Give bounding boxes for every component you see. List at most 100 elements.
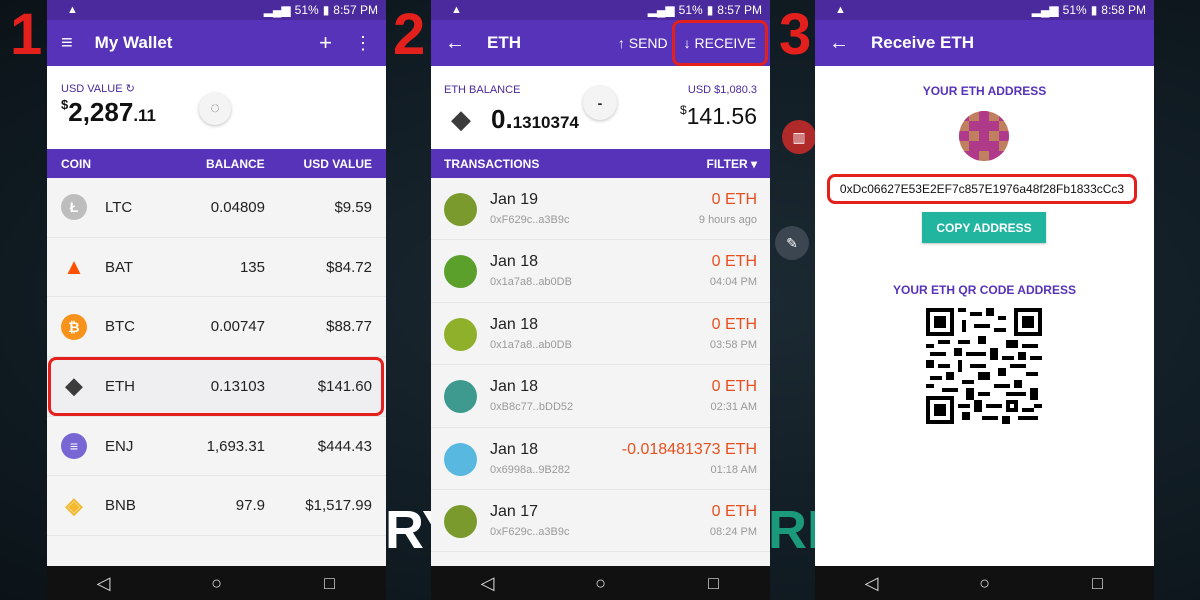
identicon-avatar bbox=[444, 380, 477, 414]
collapse-button[interactable]: - bbox=[583, 86, 617, 120]
battery-icon: ▮ bbox=[1090, 3, 1098, 17]
home-nav-icon[interactable]: ○ bbox=[187, 573, 247, 594]
tx-amount: 0 ETH bbox=[711, 315, 757, 333]
qr-code-label: YOUR ETH QR CODE ADDRESS bbox=[893, 283, 1076, 297]
tx-date: Jan 19 bbox=[490, 191, 539, 208]
status-bar: ▲ ▂▄▆ 51% ▮ 8:58 PM bbox=[815, 0, 1154, 20]
step-number-1: 1 bbox=[10, 2, 43, 67]
enjin-icon: ≡ bbox=[61, 433, 87, 460]
back-nav-icon[interactable]: ◁ bbox=[74, 573, 134, 594]
tx-amount: 0 ETH bbox=[711, 253, 757, 271]
back-arrow-icon[interactable]: ← bbox=[829, 32, 849, 55]
coin-symbol: ENJ bbox=[105, 437, 134, 455]
transaction-list: Jan 19 0xF629c..a3B9c 0 ETH 9 hours ago … bbox=[431, 178, 770, 553]
page-title: ETH bbox=[487, 33, 521, 52]
app-bar: ≡ My Wallet + ⋮ bbox=[47, 20, 386, 66]
warning-icon: ▲ bbox=[67, 4, 78, 16]
eth-balance-card: ETH BALANCE ◆ 0.1310374 - USD $1,080.3 $… bbox=[431, 66, 770, 149]
transaction-row[interactable]: Jan 18 0x1a7a8..ab0DB 0 ETH 04:04 PM bbox=[431, 240, 770, 303]
refresh-icon[interactable]: ↻ bbox=[126, 83, 135, 95]
transaction-row[interactable]: Jan 19 0xF629c..a3B9c 0 ETH 9 hours ago bbox=[431, 178, 770, 241]
eth-address-text[interactable]: 0xDc06627E53E2EF7c857E1976a48f28Fb1833cC… bbox=[827, 174, 1137, 204]
tx-address: 0x1a7a8..ab0DB bbox=[490, 276, 572, 289]
warning-icon: ▲ bbox=[451, 4, 462, 16]
tx-address: 0xF629c..a3B9c bbox=[490, 214, 570, 226]
qr-code-image bbox=[926, 308, 1042, 429]
status-time: 8:57 PM bbox=[717, 3, 762, 17]
ethereum-icon: ◆ bbox=[451, 104, 471, 134]
identicon-avatar bbox=[444, 442, 477, 476]
filter-button[interactable]: FILTER ▾ bbox=[707, 157, 757, 171]
add-icon[interactable]: + bbox=[319, 30, 332, 56]
transaction-row[interactable]: Jan 18 0x6998a..9B282 -0.018481373 ETH 0… bbox=[431, 427, 770, 490]
tx-date: Jan 18 bbox=[490, 440, 539, 458]
phone-screen-receive: ▲ ▂▄▆ 51% ▮ 8:58 PM ← Receive ETH YOUR E… bbox=[815, 0, 1154, 600]
transaction-row[interactable]: Jan 18 0xB8c77..bDD52 0 ETH 02:31 AM bbox=[431, 365, 770, 428]
decorative-storage-icon: ▥ bbox=[782, 120, 816, 154]
tx-amount: 0 ETH bbox=[711, 502, 757, 520]
transaction-row[interactable]: Jan 18 0x1a7a8..ab0DB 0 ETH 03:58 PM bbox=[431, 302, 770, 366]
battery-icon: ▮ bbox=[706, 3, 714, 17]
header-coin: COIN bbox=[61, 156, 91, 171]
coin-usd: $9.59 bbox=[334, 198, 372, 216]
eth-usd-rate: USD $1,080.3 bbox=[687, 84, 757, 96]
coin-row-btc[interactable]: ₿ BTC 0.00747 $88.77 bbox=[47, 297, 386, 358]
coin-balance: 135 bbox=[239, 258, 265, 276]
coin-balance: 0.00747 bbox=[210, 318, 265, 336]
tx-address: 0x1a7a8..ab0DB bbox=[490, 338, 572, 351]
back-nav-icon[interactable]: ◁ bbox=[842, 573, 902, 594]
tx-address: 0xF629c..a3B9c bbox=[490, 525, 570, 538]
page-title: My Wallet bbox=[94, 33, 173, 52]
tx-time: 03:58 PM bbox=[709, 338, 757, 351]
step-number-2: 2 bbox=[393, 2, 426, 67]
coin-usd: $88.77 bbox=[326, 318, 372, 336]
phone-screen-wallet: ▲ ▂▄▆ 51% ▮ 8:57 PM ≡ My Wallet + ⋮ USD … bbox=[47, 0, 386, 600]
coin-balance: 97.9 bbox=[235, 497, 265, 515]
signal-icon: ▂▄▆ bbox=[647, 3, 675, 17]
recents-nav-icon[interactable]: □ bbox=[684, 573, 744, 594]
copy-address-button[interactable]: COPY ADDRESS bbox=[922, 212, 1046, 243]
header-balance: BALANCE bbox=[206, 156, 265, 171]
signal-icon: ▂▄▆ bbox=[1031, 3, 1059, 17]
eth-balance-amount: 0.1310374 bbox=[491, 104, 579, 134]
identicon-avatar bbox=[444, 504, 477, 538]
page-title: Receive ETH bbox=[871, 33, 974, 52]
coin-symbol: BNB bbox=[105, 497, 136, 515]
transaction-row[interactable]: Jan 17 0xF629c..a3B9c 0 ETH 08:24 PM bbox=[431, 489, 770, 553]
send-button[interactable]: ↑ SEND bbox=[618, 35, 668, 51]
tx-amount: 0 ETH bbox=[711, 191, 757, 208]
send-label: SEND bbox=[628, 35, 668, 51]
more-options-icon[interactable]: ⋮ bbox=[354, 33, 372, 54]
coin-row-ltc[interactable]: Ł LTC 0.04809 $9.59 bbox=[47, 178, 386, 238]
filter-label: FILTER bbox=[706, 156, 748, 171]
arrow-up-icon: ↑ bbox=[617, 35, 625, 51]
coin-row-enj[interactable]: ≡ ENJ 1,693.31 $444.43 bbox=[47, 416, 386, 477]
back-arrow-icon[interactable]: ← bbox=[445, 32, 465, 55]
battery-level: 51% bbox=[1062, 3, 1087, 17]
eth-usd-value: $141.56 bbox=[679, 103, 757, 129]
decorative-feather-icon: ✎ bbox=[775, 226, 809, 260]
eth-address-label: YOUR ETH ADDRESS bbox=[922, 84, 1047, 98]
recents-nav-icon[interactable]: □ bbox=[300, 573, 360, 594]
identicon-avatar bbox=[444, 255, 477, 289]
warning-icon: ▲ bbox=[835, 4, 846, 16]
binance-icon: ◈ bbox=[65, 492, 83, 518]
tx-time: 9 hours ago bbox=[698, 214, 757, 226]
home-nav-icon[interactable]: ○ bbox=[571, 573, 631, 594]
back-nav-icon[interactable]: ◁ bbox=[458, 573, 518, 594]
status-bar: ▲ ▂▄▆ 51% ▮ 8:57 PM bbox=[431, 0, 770, 20]
signal-icon: ▂▄▆ bbox=[263, 3, 291, 17]
usd-value-card: USD VALUE ↻ $2,287.11 ◌ bbox=[47, 66, 386, 149]
coin-row-bat[interactable]: ▲ BAT 135 $84.72 bbox=[47, 237, 386, 298]
menu-icon[interactable]: ≡ bbox=[61, 32, 73, 55]
status-time: 8:57 PM bbox=[333, 3, 378, 17]
header-usd-value: USD VALUE bbox=[303, 156, 372, 171]
recents-nav-icon[interactable]: □ bbox=[1068, 573, 1128, 594]
tx-amount: 0 ETH bbox=[711, 378, 757, 396]
step-number-3: 3 bbox=[779, 2, 812, 67]
coin-balance: 1,693.31 bbox=[206, 437, 265, 455]
android-nav-bar: ◁ ○ □ bbox=[47, 566, 386, 600]
home-nav-icon[interactable]: ○ bbox=[955, 573, 1015, 594]
tx-address: 0x6998a..9B282 bbox=[490, 463, 571, 476]
coin-row-bnb[interactable]: ◈ BNB 97.9 $1,517.99 bbox=[47, 476, 386, 537]
